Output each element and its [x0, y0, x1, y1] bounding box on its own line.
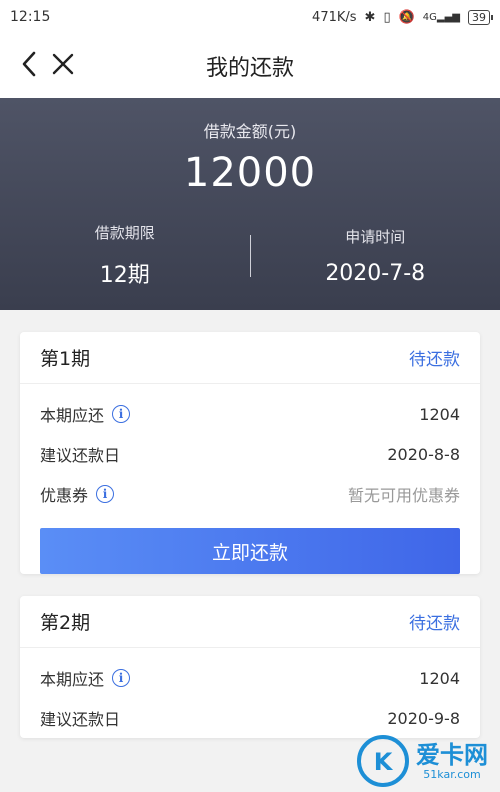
- repay-now-button[interactable]: 立即还款: [40, 528, 460, 574]
- network-speed: 471K/s: [312, 9, 357, 25]
- loan-details: 借款期限 12期 申请时间 2020-7-8: [0, 222, 500, 289]
- coupon-row[interactable]: 优惠券 i 暂无可用优惠券: [40, 474, 460, 514]
- loan-amount: 12000: [183, 150, 317, 196]
- nav-bar: 我的还款: [0, 34, 500, 98]
- battery-level: 39: [472, 10, 486, 24]
- status-badge[interactable]: 待还款: [409, 609, 460, 634]
- info-icon[interactable]: i: [112, 405, 131, 423]
- close-icon[interactable]: [52, 53, 74, 79]
- status-bar: 12:15 471K/s ✱ ▯ 🔕 4G▂▄▆ 39: [0, 0, 500, 34]
- watermark-text: 爱卡网 51kar.com: [416, 742, 488, 781]
- card-header: 第1期 待还款: [20, 332, 480, 384]
- svg-text:K: K: [374, 748, 394, 776]
- apply-value: 2020-7-8: [325, 260, 426, 286]
- date-label: 建议还款日: [40, 446, 121, 465]
- installment-card-1: 第1期 待还款 本期应还 i 1204 建议还款日 2020-8-8 优惠券 i…: [20, 332, 480, 574]
- status-icons: 471K/s ✱ ▯ 🔕 4G▂▄▆ 39: [312, 9, 493, 25]
- info-icon[interactable]: i: [112, 669, 131, 687]
- date-label: 建议还款日: [40, 710, 121, 729]
- due-row: 本期应还 i 1204: [40, 394, 460, 434]
- due-label: 本期应还: [40, 406, 105, 425]
- coupon-label: 优惠券: [40, 486, 89, 505]
- signal-label: 4G: [422, 11, 437, 23]
- card-body: 本期应还 i 1204 建议还款日 2020-8-8 优惠券 i 暂无可用优惠券…: [20, 384, 480, 574]
- apply-time: 申请时间 2020-7-8: [251, 226, 500, 286]
- info-icon[interactable]: i: [96, 485, 115, 503]
- term-value: 12期: [99, 263, 150, 288]
- due-label: 本期应还: [40, 670, 105, 689]
- due-label-group: 本期应还 i: [40, 666, 131, 690]
- card-header: 第2期 待还款: [20, 596, 480, 648]
- due-row: 本期应还 i 1204: [40, 658, 460, 698]
- date-row: 建议还款日 2020-8-8: [40, 434, 460, 474]
- loan-summary: 借款金额(元) 12000 借款期限 12期 申请时间 2020-7-8: [0, 98, 500, 310]
- back-icon[interactable]: [20, 50, 38, 82]
- date-row: 建议还款日 2020-9-8: [40, 698, 460, 738]
- date-value: 2020-8-8: [387, 444, 460, 464]
- watermark: K 爱卡网 51kar.com: [356, 734, 488, 788]
- mute-bell-icon: 🔕: [398, 9, 415, 25]
- status-time: 12:15: [10, 9, 51, 25]
- amount-label: 借款金额(元): [203, 122, 297, 141]
- watermark-name: 爱卡网: [416, 740, 488, 769]
- installment-title: 第1期: [40, 348, 91, 370]
- card-body: 本期应还 i 1204 建议还款日 2020-9-8: [20, 648, 480, 738]
- signal-icon: 4G▂▄▆: [422, 11, 460, 23]
- installment-card-2: 第2期 待还款 本期应还 i 1204 建议还款日 2020-9-8: [20, 596, 480, 738]
- loan-term: 借款期限 12期: [0, 222, 250, 289]
- bluetooth-icon: ✱: [364, 9, 376, 25]
- due-value: 1204: [419, 668, 460, 688]
- watermark-url: 51kar.com: [423, 767, 481, 781]
- coupon-label-group: 优惠券 i: [40, 482, 115, 506]
- date-value: 2020-9-8: [387, 708, 460, 728]
- installment-title: 第2期: [40, 612, 91, 634]
- term-label: 借款期限: [94, 224, 155, 242]
- status-badge[interactable]: 待还款: [409, 345, 460, 370]
- due-label-group: 本期应还 i: [40, 402, 131, 426]
- apply-label: 申请时间: [345, 227, 406, 246]
- due-value: 1204: [419, 404, 460, 424]
- page-title: 我的还款: [205, 56, 294, 81]
- vibrate-icon: ▯: [383, 9, 391, 25]
- watermark-logo-icon: K: [357, 735, 409, 787]
- nav-actions: [20, 50, 74, 82]
- battery-icon: 39: [468, 9, 493, 25]
- coupon-value: 暂无可用优惠券: [347, 486, 460, 505]
